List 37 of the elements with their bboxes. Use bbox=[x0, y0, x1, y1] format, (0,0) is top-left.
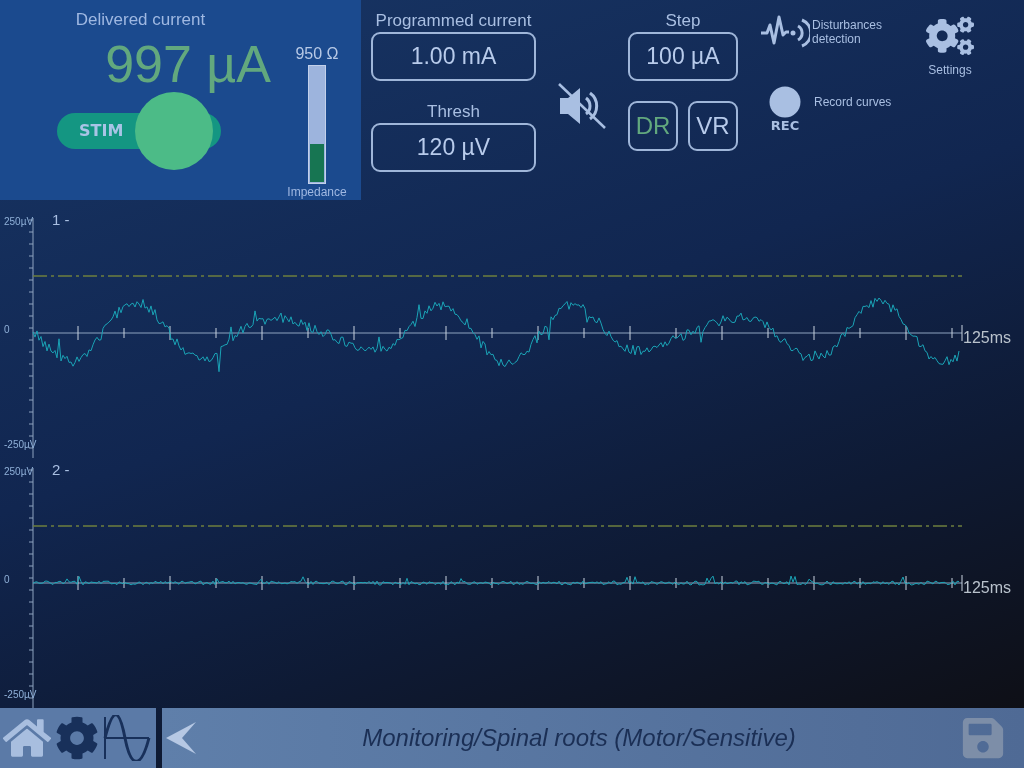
step-field[interactable]: 100 µA bbox=[628, 32, 738, 81]
waveform-button[interactable] bbox=[103, 715, 151, 761]
save-icon bbox=[960, 715, 1006, 761]
delivered-current-value: 997 µA bbox=[105, 34, 271, 94]
back-button[interactable] bbox=[164, 721, 198, 755]
time-scale-label: 125ms bbox=[963, 579, 1012, 596]
channel-label: 1 - bbox=[52, 211, 70, 228]
axis-label: 0 bbox=[4, 574, 10, 585]
axis-label: -250µV bbox=[4, 689, 37, 700]
channel-label: 2 - bbox=[52, 461, 70, 478]
back-arrow-icon bbox=[164, 721, 198, 755]
disturbance-detection-label: Disturbances detection bbox=[812, 18, 884, 46]
field-label: Step bbox=[665, 10, 701, 32]
record-dot-icon bbox=[769, 86, 801, 118]
sine-wave-icon bbox=[103, 715, 151, 761]
threshold-field[interactable]: 120 µV bbox=[371, 123, 536, 172]
field-label: Programmed current bbox=[375, 10, 532, 32]
save-button[interactable] bbox=[960, 715, 1006, 761]
settings-button[interactable] bbox=[55, 716, 99, 760]
settings-icon bbox=[55, 716, 99, 760]
axis-label: 250µV bbox=[4, 466, 34, 477]
sound-button[interactable] bbox=[556, 82, 608, 130]
record-curves-label: Record curves bbox=[814, 94, 893, 109]
mode-button[interactable]: VR bbox=[688, 101, 738, 151]
screen-title: Monitoring/Spinal roots (Motor/Sensitive) bbox=[361, 724, 797, 752]
axis-label: -250µV bbox=[4, 439, 37, 450]
settings-button[interactable]: Settings bbox=[926, 12, 974, 77]
record-button[interactable]: REC bbox=[763, 86, 807, 133]
axis-label: 0 bbox=[4, 324, 10, 335]
field-label: Thresh bbox=[427, 101, 480, 123]
axis-label: 250µV bbox=[4, 216, 34, 227]
impedance-label: Impedance bbox=[287, 185, 347, 199]
programmed-current-field[interactable]: 1.00 mA bbox=[371, 32, 536, 81]
mode-button[interactable]: DR bbox=[628, 101, 678, 151]
panel-title: Delivered current bbox=[75, 10, 206, 30]
time-scale-label: 125ms bbox=[963, 329, 1012, 346]
impedance-reading: 950 Ω bbox=[295, 45, 339, 63]
